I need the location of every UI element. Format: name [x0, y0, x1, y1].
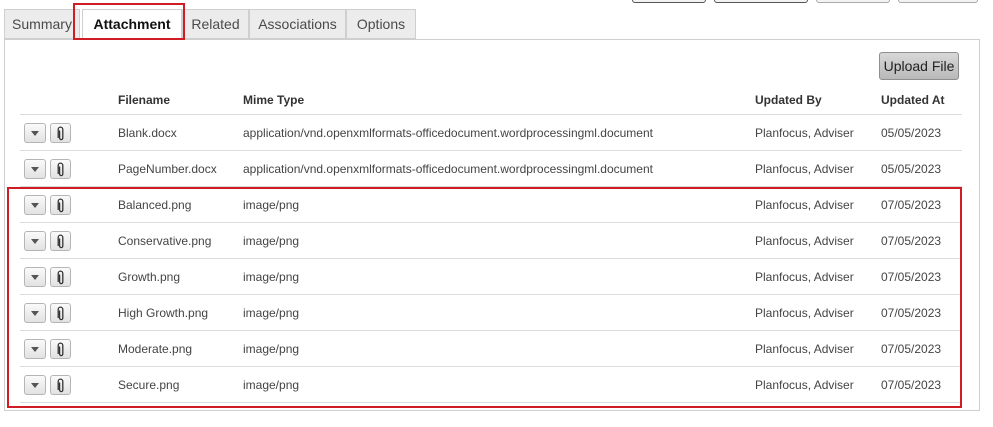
mime-type-cell: image/png [243, 378, 300, 392]
chevron-down-icon [31, 202, 39, 208]
chevron-down-icon [31, 274, 39, 280]
table-row[interactable]: Blank.docx application/vnd.openxmlformat… [20, 115, 962, 151]
updated-by-cell: Planfocus, Adviser [755, 162, 854, 176]
row-menu-button[interactable] [24, 159, 46, 179]
paperclip-icon [57, 341, 64, 356]
attachment-button[interactable] [50, 159, 71, 179]
paperclip-icon [57, 377, 64, 392]
paperclip-icon [57, 125, 64, 140]
chevron-down-icon [31, 130, 39, 136]
mime-type-cell: image/png [243, 306, 300, 320]
attachment-button[interactable] [50, 123, 71, 143]
table-row[interactable]: Conservative.png image/png Planfocus, Ad… [20, 223, 962, 259]
top-button[interactable] [898, 0, 978, 3]
attachment-button[interactable] [50, 267, 71, 287]
tab-attachment[interactable]: Attachment [82, 9, 182, 40]
tab-related[interactable]: Related [182, 9, 249, 39]
mime-type-cell: image/png [243, 342, 300, 356]
updated-by-cell: Planfocus, Adviser [755, 342, 854, 356]
mime-type-cell: application/vnd.openxmlformats-officedoc… [243, 126, 653, 140]
row-menu-button[interactable] [24, 339, 46, 359]
tab-associations[interactable]: Associations [249, 9, 346, 39]
mime-type-cell: image/png [243, 270, 300, 284]
updated-by-cell: Planfocus, Adviser [755, 270, 854, 284]
chevron-down-icon [31, 310, 39, 316]
row-menu-button[interactable] [24, 231, 46, 251]
updated-at-cell: 07/05/2023 [881, 234, 942, 248]
column-header-filename: Filename [118, 93, 171, 107]
updated-at-cell: 05/05/2023 [881, 126, 942, 140]
filename-cell[interactable]: Secure.png [118, 378, 179, 392]
updated-by-cell: Planfocus, Adviser [755, 198, 854, 212]
updated-at-cell: 07/05/2023 [881, 198, 942, 212]
table-row[interactable]: Balanced.png image/png Planfocus, Advise… [20, 187, 962, 223]
updated-by-cell: Planfocus, Adviser [755, 234, 854, 248]
mime-type-cell: image/png [243, 198, 300, 212]
table-row[interactable]: Secure.png image/png Planfocus, Adviser … [20, 367, 962, 403]
table-row[interactable]: High Growth.png image/png Planfocus, Adv… [20, 295, 962, 331]
top-button[interactable] [714, 0, 808, 3]
tab-options[interactable]: Options [346, 9, 416, 39]
attachment-button[interactable] [50, 195, 71, 215]
top-button[interactable] [632, 0, 706, 3]
paperclip-icon [57, 305, 64, 320]
updated-at-cell: 07/05/2023 [881, 270, 942, 284]
updated-at-cell: 07/05/2023 [881, 306, 942, 320]
row-menu-button[interactable] [24, 195, 46, 215]
row-menu-button[interactable] [24, 123, 46, 143]
updated-at-cell: 07/05/2023 [881, 378, 942, 392]
updated-by-cell: Planfocus, Adviser [755, 378, 854, 392]
chevron-down-icon [31, 346, 39, 352]
column-header-updated-at: Updated At [881, 93, 945, 107]
column-header-mime-type: Mime Type [243, 93, 305, 107]
chevron-down-icon [31, 238, 39, 244]
upload-file-button[interactable]: Upload File [879, 52, 959, 80]
table-row[interactable]: Moderate.png image/png Planfocus, Advise… [20, 331, 962, 367]
paperclip-icon [57, 161, 64, 176]
mime-type-cell: application/vnd.openxmlformats-officedoc… [243, 162, 653, 176]
filename-cell[interactable]: High Growth.png [118, 306, 208, 320]
attachment-button[interactable] [50, 231, 71, 251]
row-menu-button[interactable] [24, 267, 46, 287]
paperclip-icon [57, 269, 64, 284]
attachment-button[interactable] [50, 375, 71, 395]
top-button[interactable] [816, 0, 890, 3]
chevron-down-icon [31, 166, 39, 172]
filename-cell[interactable]: Growth.png [118, 270, 180, 284]
filename-cell[interactable]: PageNumber.docx [118, 162, 217, 176]
updated-by-cell: Planfocus, Adviser [755, 306, 854, 320]
chevron-down-icon [31, 382, 39, 388]
updated-by-cell: Planfocus, Adviser [755, 126, 854, 140]
row-menu-button[interactable] [24, 375, 46, 395]
updated-at-cell: 07/05/2023 [881, 342, 942, 356]
filename-cell[interactable]: Blank.docx [118, 126, 177, 140]
column-header-updated-by: Updated By [755, 93, 822, 107]
paperclip-icon [57, 197, 64, 212]
attachment-button[interactable] [50, 339, 71, 359]
tab-summary[interactable]: Summary [4, 9, 80, 39]
filename-cell[interactable]: Moderate.png [118, 342, 192, 356]
table-row[interactable]: Growth.png image/png Planfocus, Adviser … [20, 259, 962, 295]
attachment-button[interactable] [50, 303, 71, 323]
table-row[interactable]: PageNumber.docx application/vnd.openxmlf… [20, 151, 962, 187]
filename-cell[interactable]: Conservative.png [118, 234, 211, 248]
filename-cell[interactable]: Balanced.png [118, 198, 191, 212]
updated-at-cell: 05/05/2023 [881, 162, 942, 176]
paperclip-icon [57, 233, 64, 248]
row-menu-button[interactable] [24, 303, 46, 323]
mime-type-cell: image/png [243, 234, 300, 248]
